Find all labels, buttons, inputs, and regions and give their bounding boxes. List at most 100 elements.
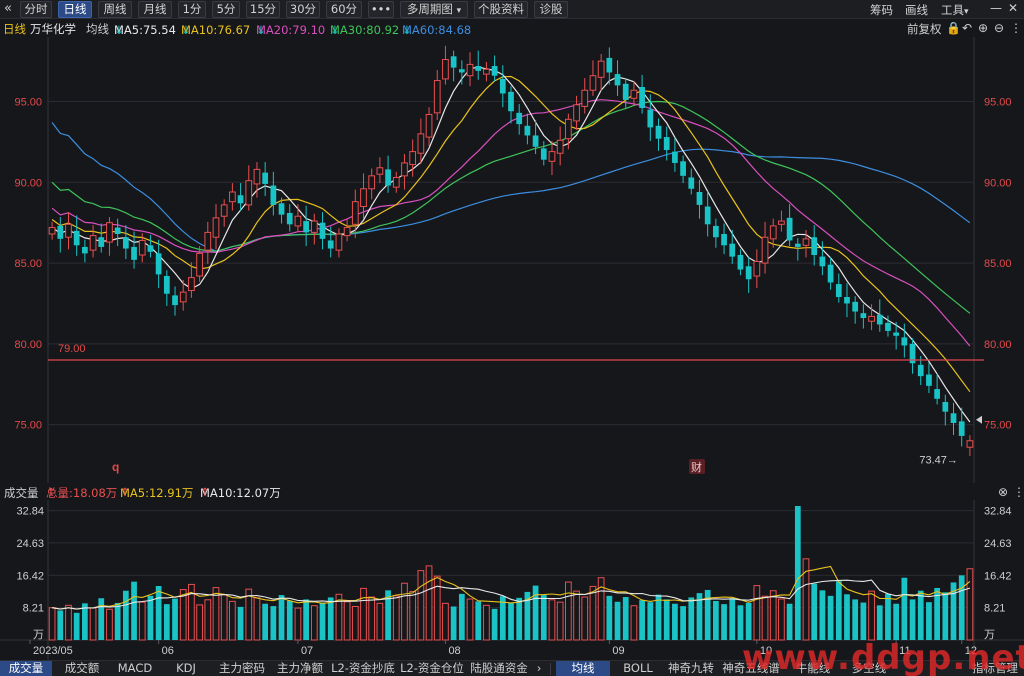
tab-15min[interactable]: 15分: [246, 1, 280, 18]
candlestick-chart[interactable]: 95.00 90.00 85.00 80.00 75.00 95.00 90.00 85.0…: [0, 37, 1024, 483]
down-arrow-icon: ↓: [181, 23, 191, 37]
tab-weekly[interactable]: 周线: [98, 1, 132, 18]
volume-bar: [753, 585, 761, 641]
candle-body: [852, 301, 859, 312]
stock-name[interactable]: 万华化学: [30, 21, 76, 37]
chips-button[interactable]: 筹码: [870, 2, 893, 18]
volume-bar: [926, 602, 932, 640]
up-arrow-icon: ↑: [200, 485, 210, 499]
volume-bar: [663, 599, 670, 640]
volume-bar: [769, 590, 777, 641]
candle-body: [516, 112, 523, 125]
close-panel-icon[interactable]: ⊗: [998, 485, 1008, 499]
volume-bar: [155, 586, 162, 640]
tab-30min[interactable]: 30分: [286, 1, 320, 18]
volume-bar: [163, 604, 170, 640]
lock-icon[interactable]: 🔒: [946, 21, 961, 35]
multi-period-dropdown[interactable]: 多周期图 ▾: [400, 1, 468, 18]
volume-bar: [131, 581, 137, 640]
undo-icon[interactable]: ↶: [962, 21, 972, 35]
divider: [550, 663, 551, 675]
volume-bar: [262, 603, 269, 640]
scroll-right-icon[interactable]: ›: [532, 661, 546, 676]
close-icon[interactable]: ✕: [1008, 1, 1018, 15]
volume-bar: [606, 595, 613, 640]
volume-bar: [368, 596, 376, 641]
tab-l2-position[interactable]: L2-资金仓位: [398, 661, 466, 676]
candle-body: [376, 167, 384, 175]
volume-bar: [196, 604, 203, 641]
tools-menu[interactable]: 工具▾: [941, 2, 969, 18]
tab-northbound[interactable]: 陆股通资金: [468, 661, 530, 676]
tab-l2-bottom-fishing[interactable]: L2-资金抄底: [330, 661, 396, 676]
tab-volume[interactable]: 成交量: [0, 661, 52, 676]
more-periods-button[interactable]: •••: [368, 1, 394, 18]
volume-bar: [229, 600, 236, 641]
tab-main-net[interactable]: 主力净额: [272, 661, 328, 676]
ma60-text: MA60:84.68: [402, 23, 472, 37]
minimize-icon[interactable]: —: [990, 1, 1002, 15]
volume-bar: [392, 595, 400, 641]
volume-chart[interactable]: 32.84 32.8424.63 24.6316.42 16.428.21 8.21万万…: [0, 500, 1024, 660]
tab-60min[interactable]: 60分: [326, 1, 362, 18]
tab-kdj[interactable]: KDJ: [166, 661, 206, 676]
volume-bar: [327, 597, 334, 640]
adjust-mode[interactable]: 前复权: [907, 21, 942, 37]
candle-body: [360, 188, 367, 208]
settings-icon[interactable]: ⋮: [1010, 21, 1022, 35]
volume-bar: [721, 604, 727, 640]
draw-line-button[interactable]: 画线: [905, 2, 928, 18]
zoom-in-icon[interactable]: ⊕: [978, 21, 988, 35]
volume-bar: [516, 597, 523, 640]
tab-ma[interactable]: 均线: [556, 661, 610, 676]
double-left-chevron-icon[interactable]: «: [4, 1, 12, 16]
tab-boll[interactable]: BOLL: [616, 661, 660, 676]
volume-bar: [82, 603, 88, 640]
tab-5min[interactable]: 5分: [212, 1, 240, 18]
zoom-out-icon[interactable]: ⊖: [994, 21, 1004, 35]
y-tick-label-left: 95.00: [14, 97, 42, 109]
candle-body: [433, 80, 441, 114]
candle-body: [704, 206, 711, 225]
candle-body: [811, 237, 818, 255]
candle-body: [294, 215, 302, 227]
tab-main-force-code[interactable]: 主力密码: [214, 661, 270, 676]
candle-body: [319, 222, 326, 239]
candle-body: [524, 125, 531, 136]
candle-body: [65, 223, 72, 238]
volume-bar: [860, 602, 867, 640]
tab-1min[interactable]: 1分: [178, 1, 206, 18]
volume-bar: [835, 581, 842, 640]
candle-body: [556, 139, 564, 154]
panel-menu-icon[interactable]: ⋮: [1013, 485, 1024, 499]
candle-body: [122, 237, 129, 249]
up-arrow-icon: ↑: [120, 485, 130, 499]
x-tick-label: 08: [448, 645, 460, 657]
tab-monthly[interactable]: 月线: [138, 1, 172, 18]
volume-bar: [220, 594, 228, 641]
volume-bar: [885, 593, 891, 640]
candle-body: [622, 83, 629, 100]
candle-body: [89, 235, 97, 251]
candle-body: [82, 246, 88, 254]
tab-magic-nine[interactable]: 神奇九转: [664, 661, 718, 676]
candle-body: [639, 87, 645, 108]
volume-bar: [614, 601, 621, 640]
tab-intraday[interactable]: 分时: [20, 1, 52, 18]
diagnose-button[interactable]: 诊股: [534, 1, 568, 18]
tab-turnover[interactable]: 成交额: [58, 661, 106, 676]
stock-profile-button[interactable]: 个股资料: [474, 1, 528, 18]
volume-bar: [270, 606, 277, 640]
candle-body: [737, 255, 744, 270]
candle-body: [401, 162, 408, 177]
volume-bar: [581, 596, 589, 641]
tab-macd[interactable]: MACD: [112, 661, 158, 676]
tab-daily[interactable]: 日线: [58, 1, 92, 18]
candle-body: [491, 66, 498, 76]
volume-bar: [491, 608, 498, 640]
volume-bar: [532, 585, 539, 640]
ma-label[interactable]: 均线: [86, 21, 109, 37]
volume-bar: [647, 602, 654, 640]
candle-body: [745, 266, 752, 280]
candle-body: [614, 74, 621, 86]
